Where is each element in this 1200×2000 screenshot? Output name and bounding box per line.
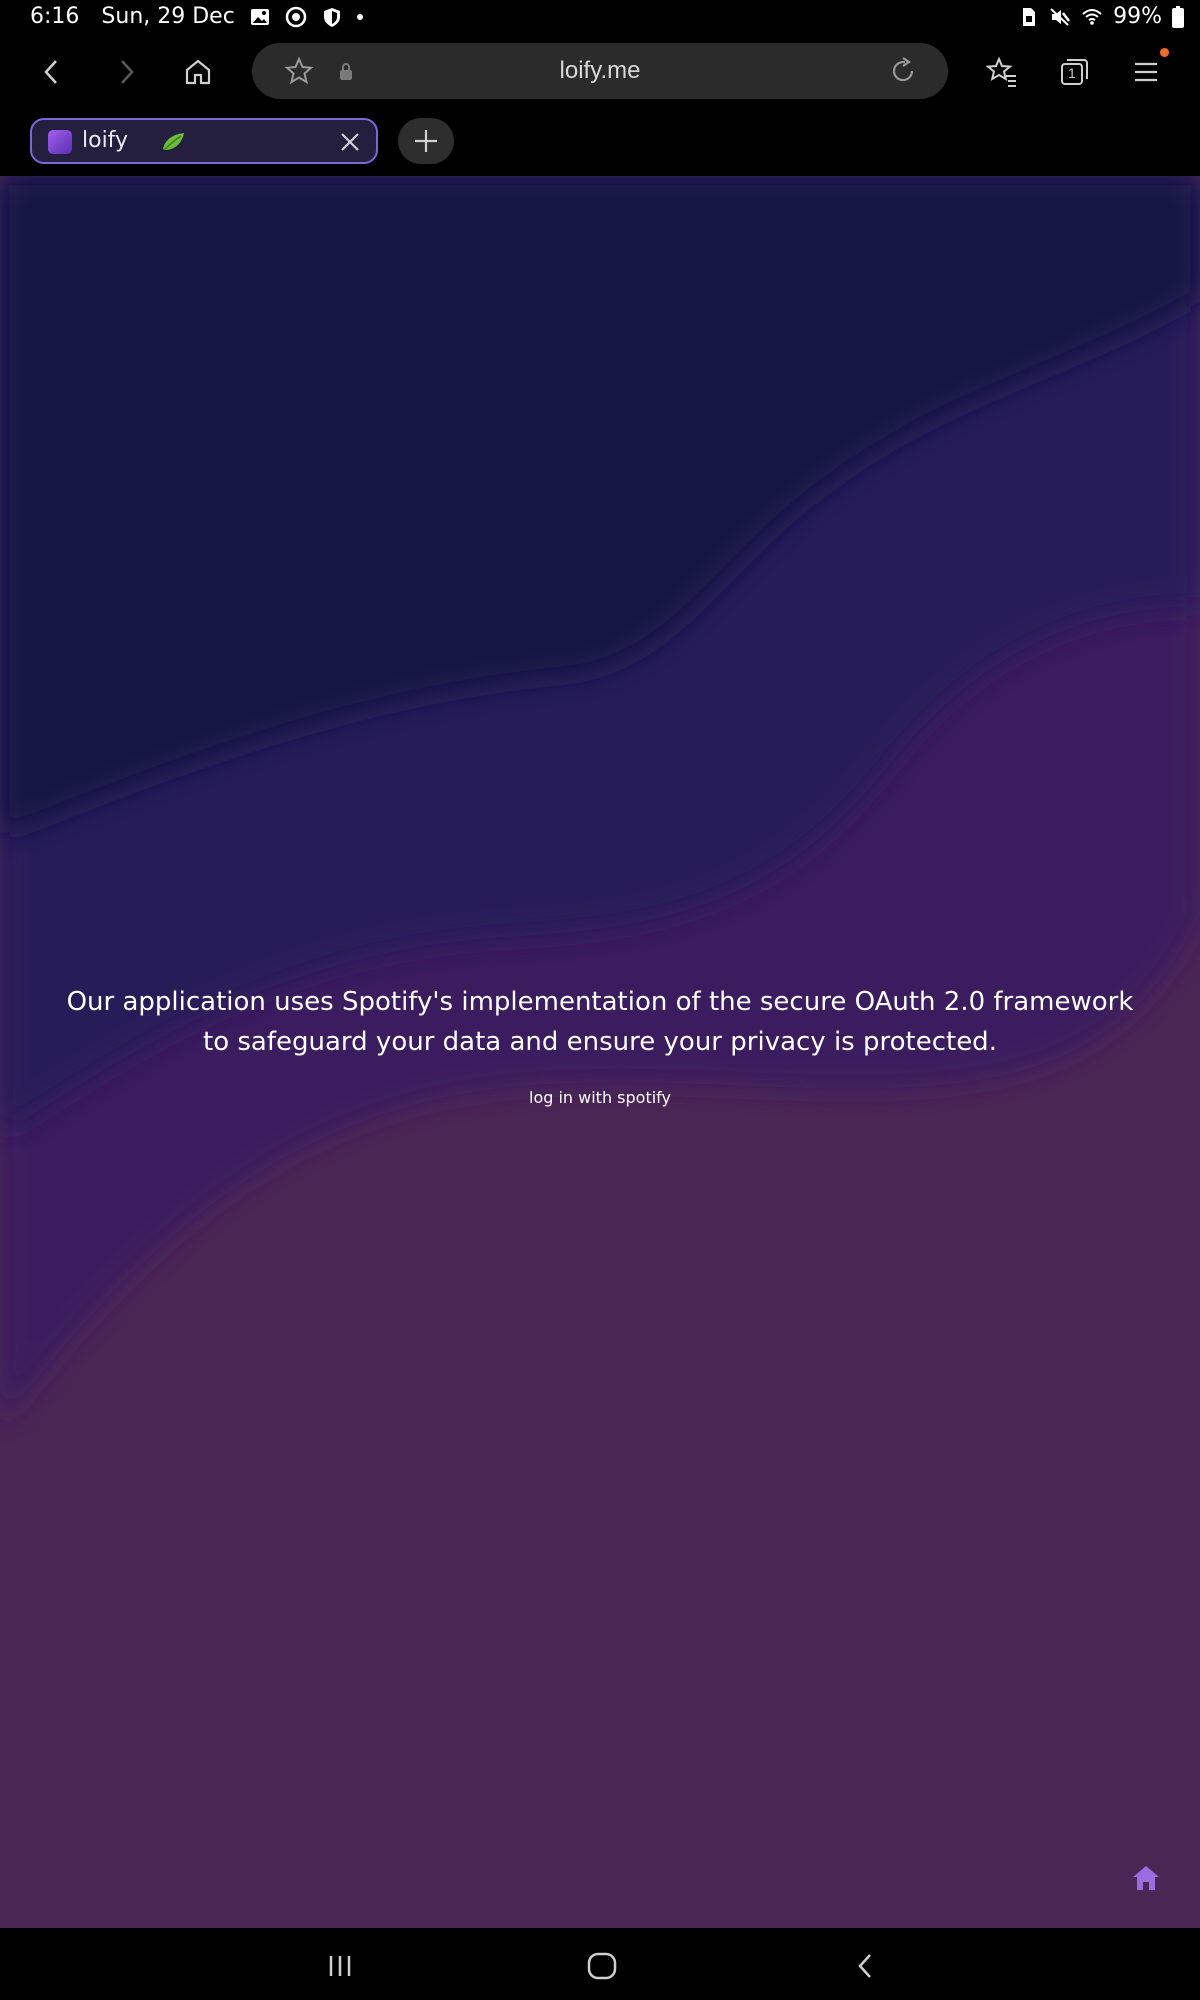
- chevron-left-icon: [858, 1954, 871, 1978]
- back-button[interactable]: [30, 50, 74, 94]
- new-tab-button[interactable]: [398, 118, 454, 164]
- tab-count: 1: [1068, 65, 1076, 81]
- status-bar: 6:16 Sun, 29 Dec 99%: [0, 0, 1200, 36]
- recent-apps-button[interactable]: [320, 1946, 360, 1986]
- bookmarks-button[interactable]: [980, 50, 1024, 94]
- chevron-right-icon: [121, 60, 134, 84]
- system-back-button[interactable]: [846, 1946, 886, 1986]
- battery-icon: [1172, 5, 1184, 28]
- battery-percent: 99%: [1113, 4, 1162, 29]
- status-time: 6:16: [30, 4, 80, 29]
- hamburger-menu-icon: [1135, 62, 1157, 82]
- tab-title: loify: [82, 128, 129, 153]
- more-notifications-dot-icon: [356, 13, 363, 20]
- login-with-spotify-link[interactable]: log in with spotify: [0, 1088, 1200, 1107]
- sync-icon: [285, 6, 307, 27]
- mute-icon: [1050, 7, 1071, 26]
- leaf-emoji-icon: [163, 133, 184, 151]
- menu-button[interactable]: [1124, 48, 1169, 94]
- plus-icon: [415, 130, 437, 152]
- bookmarks-list-icon: [986, 56, 1016, 87]
- home-icon[interactable]: [1130, 1862, 1162, 1894]
- system-nav-bar: [0, 1928, 1200, 2000]
- wifi-icon: [1082, 8, 1102, 25]
- url-text: loify.me: [559, 57, 641, 84]
- chevron-left-icon: [44, 60, 57, 84]
- recent-apps-icon: [329, 1956, 351, 1976]
- tab-bar: loify: [0, 108, 1200, 178]
- loify-favicon-icon: [48, 130, 72, 154]
- sim-icon: [1023, 7, 1036, 26]
- system-home-button[interactable]: [582, 1946, 622, 1986]
- home-icon: [185, 59, 211, 85]
- menu-notification-dot-icon: [1160, 48, 1169, 57]
- oauth-info-text: Our application uses Spotify's implement…: [66, 987, 1134, 1057]
- web-page: Our application uses Spotify's implement…: [0, 176, 1200, 1928]
- tab-loify[interactable]: loify: [30, 118, 378, 164]
- forward-button[interactable]: [104, 50, 148, 94]
- gallery-icon: [250, 8, 269, 25]
- shield-icon: [323, 7, 340, 27]
- home-circle-icon: [587, 1952, 617, 1980]
- address-bar[interactable]: loify.me: [252, 43, 948, 99]
- tab-close-icon[interactable]: [338, 130, 362, 154]
- home-button[interactable]: [176, 50, 220, 94]
- reload-icon[interactable]: [888, 56, 918, 86]
- tab-manager-button[interactable]: 1: [1052, 50, 1096, 94]
- status-date: Sun, 29 Dec: [101, 4, 235, 29]
